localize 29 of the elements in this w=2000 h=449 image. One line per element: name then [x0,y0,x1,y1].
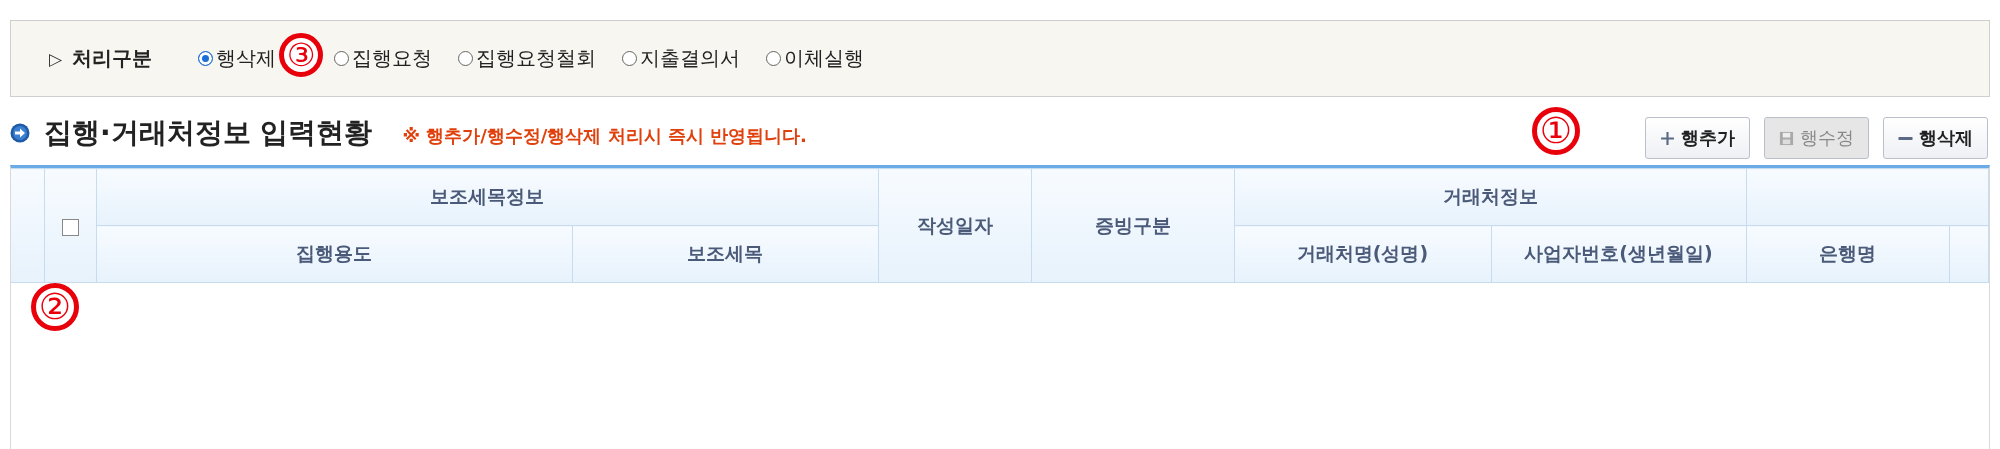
header-cell: 보조세목정보 [96,168,878,226]
radio-option[interactable]: 이체실행 [766,45,865,72]
row-add-button[interactable]: 행추가 [1645,117,1750,159]
radio-option[interactable]: 행삭제 [198,45,277,72]
step-number-badge: ① [1532,107,1580,155]
radio-option[interactable]: 지출결의서 [622,45,741,72]
header-cell: 작성일자 [878,168,1031,283]
header-cell: 집행용도 [96,225,572,283]
notice-text: ※ 행추가/행수정/행삭제 처리시 즉시 반영됩니다. [402,124,807,148]
radio-option[interactable]: 집행요청 [334,45,433,72]
minus-icon [1898,136,1913,140]
header-cell: 은행명 [1746,225,1949,283]
triangle-icon: ▷ [49,48,63,69]
header-cell: 증빙구분 [1031,168,1234,283]
header-cell: 거래처정보 [1234,168,1746,226]
step-number-badge: ② [31,283,79,331]
radio-option[interactable]: 집행요청철회 [458,45,597,72]
row-remove-button[interactable]: 행삭제 [1883,117,1988,159]
plus-icon [1660,130,1675,146]
step-number-badge: ③ [279,33,323,77]
select-all-checkbox[interactable] [61,218,79,236]
save-icon [1779,130,1794,146]
header-cell: 사업자번호(생년월일) [1491,225,1746,283]
header-cell: 보조세목 [572,225,878,283]
header-cell: 거래처명(성명) [1234,225,1491,283]
header-cell [1949,225,1989,283]
arrow-circle-icon [10,123,30,143]
section-title: 집행·거래처정보 입력현황 [44,115,373,151]
filter-label: 처리구분 [72,45,153,72]
